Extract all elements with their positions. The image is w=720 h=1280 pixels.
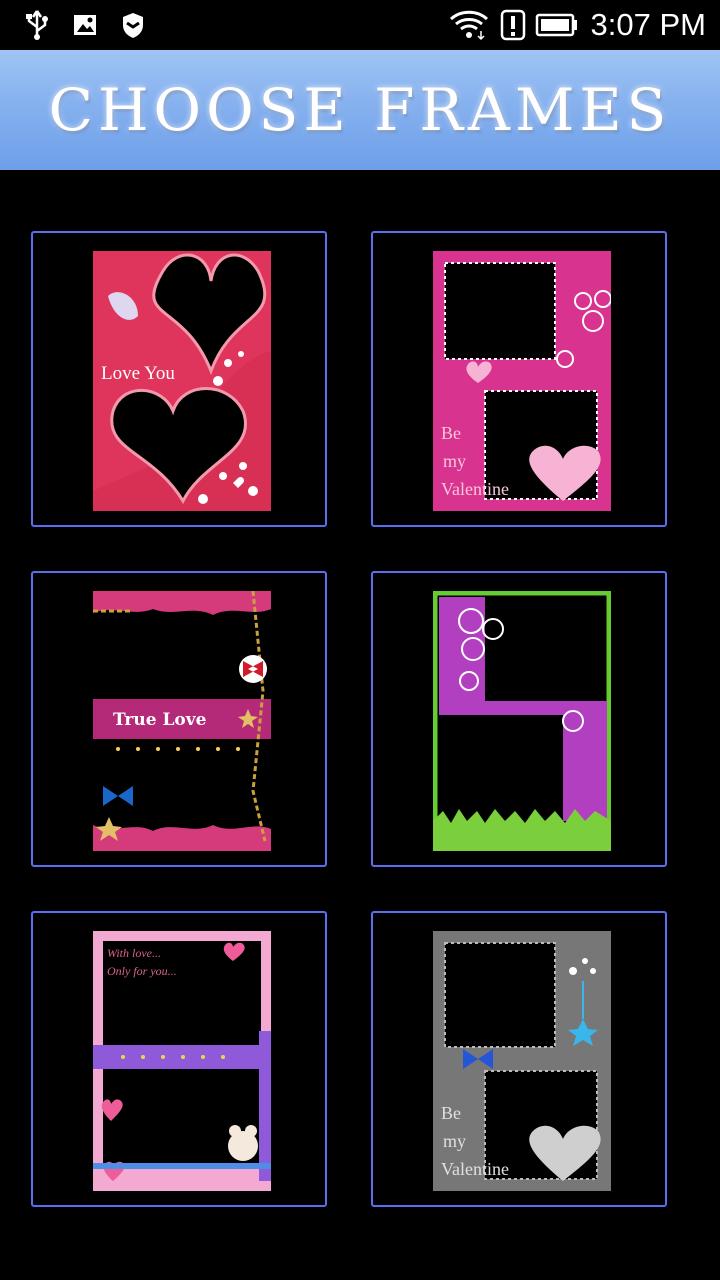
status-bar: 3:07 PM <box>0 0 720 50</box>
frame-option-5[interactable]: With love... Only for you... <box>31 911 327 1207</box>
shield-icon <box>118 8 148 42</box>
frame-option-1[interactable]: Love You <box>31 231 327 527</box>
frame-caption-line-2: my <box>443 451 466 471</box>
image-icon <box>70 8 100 42</box>
frame-option-3[interactable]: True Love <box>31 571 327 867</box>
wifi-icon <box>448 8 490 42</box>
frame-caption: Love You <box>101 363 175 384</box>
frame-thumbnail: With love... Only for you... <box>93 931 271 1191</box>
frame-thumbnail: Be my Valentine <box>433 251 611 511</box>
frame-caption-line-1: With love... <box>107 946 161 960</box>
status-time: 3:07 PM <box>590 7 706 42</box>
frame-option-4[interactable] <box>371 571 667 867</box>
alert-icon <box>498 8 528 42</box>
frame-caption-line-1: Be <box>441 1103 461 1123</box>
battery-icon <box>534 8 580 42</box>
frame-thumbnail: True Love <box>93 591 271 851</box>
frame-option-6[interactable]: Be my Valentine <box>371 911 667 1207</box>
frame-caption-line-3: Valentine <box>441 479 509 499</box>
frame-caption-line-2: my <box>443 1131 466 1151</box>
usb-icon <box>22 8 52 42</box>
frame-caption-line-3: Valentine <box>441 1159 509 1179</box>
frame-caption-line-2: Only for you... <box>107 964 177 978</box>
frame-option-2[interactable]: Be my Valentine <box>371 231 667 527</box>
app-header: CHOOSE FRAMES <box>0 50 720 170</box>
frame-caption-line-1: Be <box>441 423 461 443</box>
page-title: CHOOSE FRAMES <box>48 76 672 144</box>
frame-caption: True Love <box>113 710 207 730</box>
frame-thumbnail <box>433 591 611 851</box>
frame-thumbnail: Be my Valentine <box>433 931 611 1191</box>
frame-thumbnail: Love You <box>93 251 271 511</box>
